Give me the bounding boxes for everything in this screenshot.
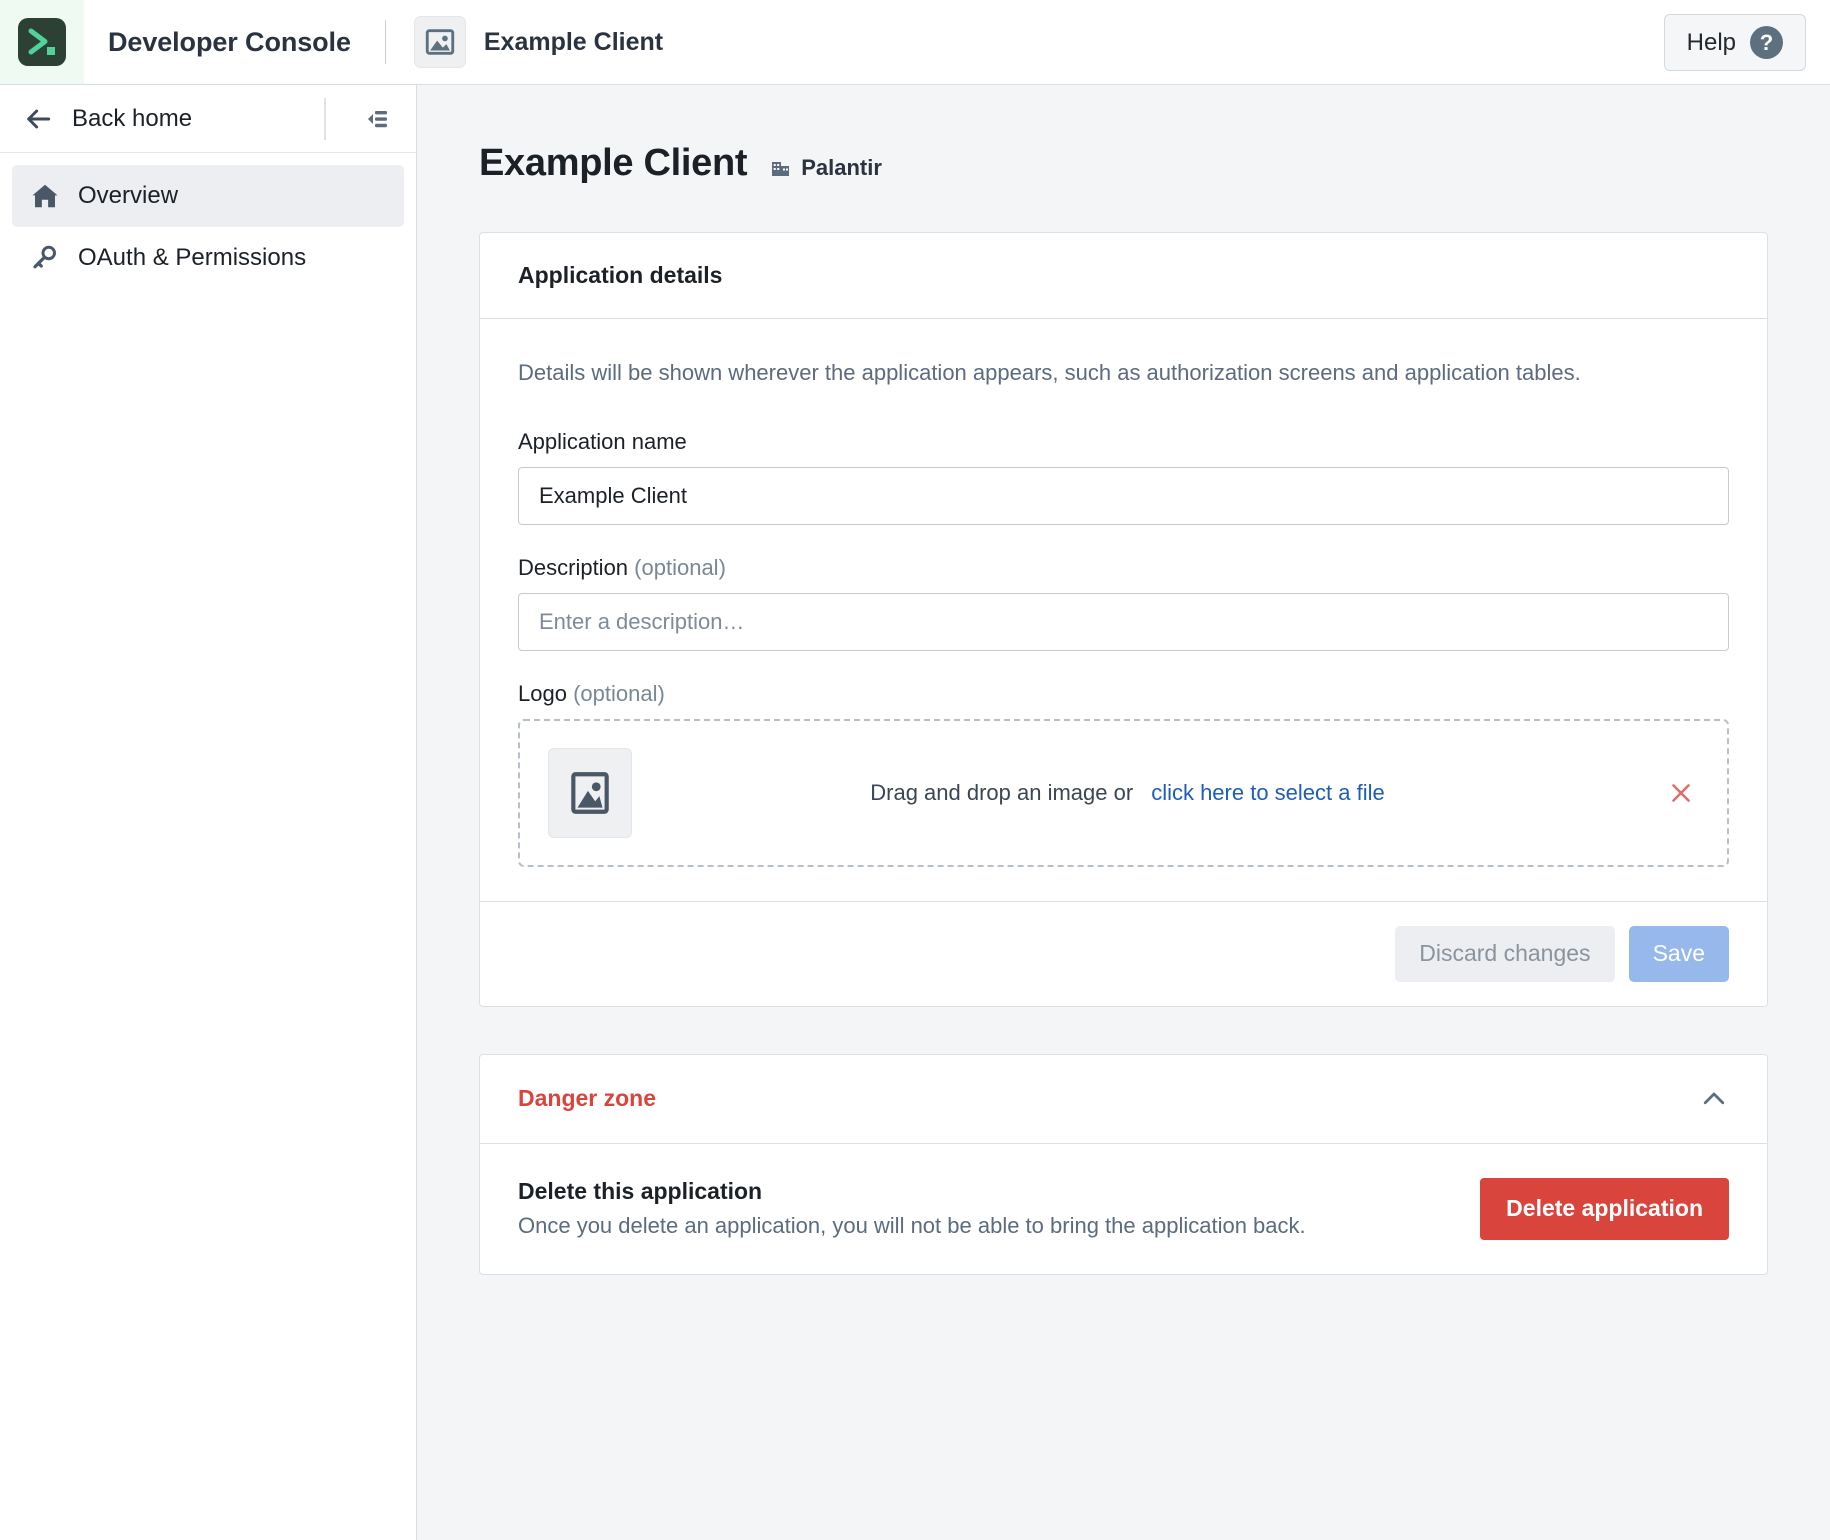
page-title: Example Client <box>479 142 747 185</box>
danger-zone-header[interactable]: Danger zone <box>480 1055 1767 1144</box>
app-logo[interactable] <box>0 0 84 84</box>
help-button-label: Help <box>1687 29 1736 57</box>
logo-dropzone[interactable]: Drag and drop an image or click here to … <box>518 719 1729 867</box>
home-icon <box>30 181 60 211</box>
topbar-divider <box>385 20 386 64</box>
save-button[interactable]: Save <box>1629 926 1729 982</box>
organization-name: Palantir <box>801 155 882 181</box>
delete-application-button[interactable]: Delete application <box>1480 1178 1729 1240</box>
key-icon <box>30 243 60 273</box>
select-file-link[interactable]: click here to select a file <box>1151 780 1385 806</box>
page-header: Example Client Palantir <box>417 85 1830 185</box>
danger-zone-card: Danger zone Delete this application Once… <box>479 1054 1768 1275</box>
application-name-input[interactable] <box>518 467 1729 525</box>
logo-label-text: Logo <box>518 681 567 706</box>
question-circle-icon: ? <box>1750 26 1783 59</box>
card-description: Details will be shown wherever the appli… <box>518 357 1728 389</box>
discard-changes-button[interactable]: Discard changes <box>1395 926 1614 982</box>
sidebar-item-overview[interactable]: Overview <box>12 165 404 227</box>
main-content: Example Client Palantir Application deta… <box>417 85 1830 1540</box>
sidebar-header-divider <box>324 98 326 140</box>
sidebar-header: Back home <box>0 85 416 153</box>
description-label-text: Description <box>518 555 628 580</box>
logo-field: Logo (optional) Drag and drop an image o… <box>518 681 1729 867</box>
delete-heading: Delete this application <box>518 1178 1306 1205</box>
organization-chip: Palantir <box>769 155 882 181</box>
description-optional-tag: (optional) <box>634 555 726 580</box>
back-home-label: Back home <box>72 105 192 133</box>
image-placeholder-icon <box>414 16 466 68</box>
application-name-field: Application name <box>518 429 1729 525</box>
menu-collapse-icon[interactable] <box>354 99 394 139</box>
card-footer: Discard changes Save <box>480 901 1767 1006</box>
description-label: Description (optional) <box>518 555 1729 581</box>
delete-body-text: Once you delete an application, you will… <box>518 1213 1306 1239</box>
logo-label: Logo (optional) <box>518 681 1729 707</box>
description-field: Description (optional) <box>518 555 1729 651</box>
danger-zone-body: Delete this application Once you delete … <box>480 1144 1767 1274</box>
terminal-chevron-logo-icon <box>18 18 66 66</box>
application-name-label: Application name <box>518 429 1729 455</box>
sidebar-item-label: Overview <box>78 182 178 210</box>
sidebar-nav: Overview OAuth & Permissions <box>0 153 416 289</box>
application-details-card: Application details Details will be show… <box>479 232 1768 1007</box>
logo-optional-tag: (optional) <box>573 681 665 706</box>
dropzone-text: Drag and drop an image or click here to … <box>592 780 1663 806</box>
delete-description-block: Delete this application Once you delete … <box>518 1178 1306 1239</box>
chevron-up-icon[interactable] <box>1699 1084 1729 1114</box>
sidebar: Back home Overview <box>0 85 417 1540</box>
sidebar-item-oauth-permissions[interactable]: OAuth & Permissions <box>12 227 404 289</box>
card-body: Details will be shown wherever the appli… <box>480 319 1767 901</box>
help-button[interactable]: Help ? <box>1664 14 1806 71</box>
client-name: Example Client <box>484 28 663 57</box>
office-building-icon <box>769 156 793 180</box>
dropzone-instruction: Drag and drop an image or <box>870 780 1133 806</box>
top-bar: Developer Console Example Client Help ? <box>0 0 1830 85</box>
description-input[interactable] <box>518 593 1729 651</box>
card-title: Application details <box>480 233 1767 319</box>
close-icon[interactable] <box>1663 775 1699 811</box>
arrow-left-icon <box>22 103 54 135</box>
back-home-button[interactable]: Back home <box>22 103 324 135</box>
danger-zone-title: Danger zone <box>518 1085 656 1112</box>
sidebar-item-label: OAuth & Permissions <box>78 244 306 272</box>
client-breadcrumb[interactable]: Example Client <box>414 16 663 68</box>
product-name: Developer Console <box>108 27 351 58</box>
